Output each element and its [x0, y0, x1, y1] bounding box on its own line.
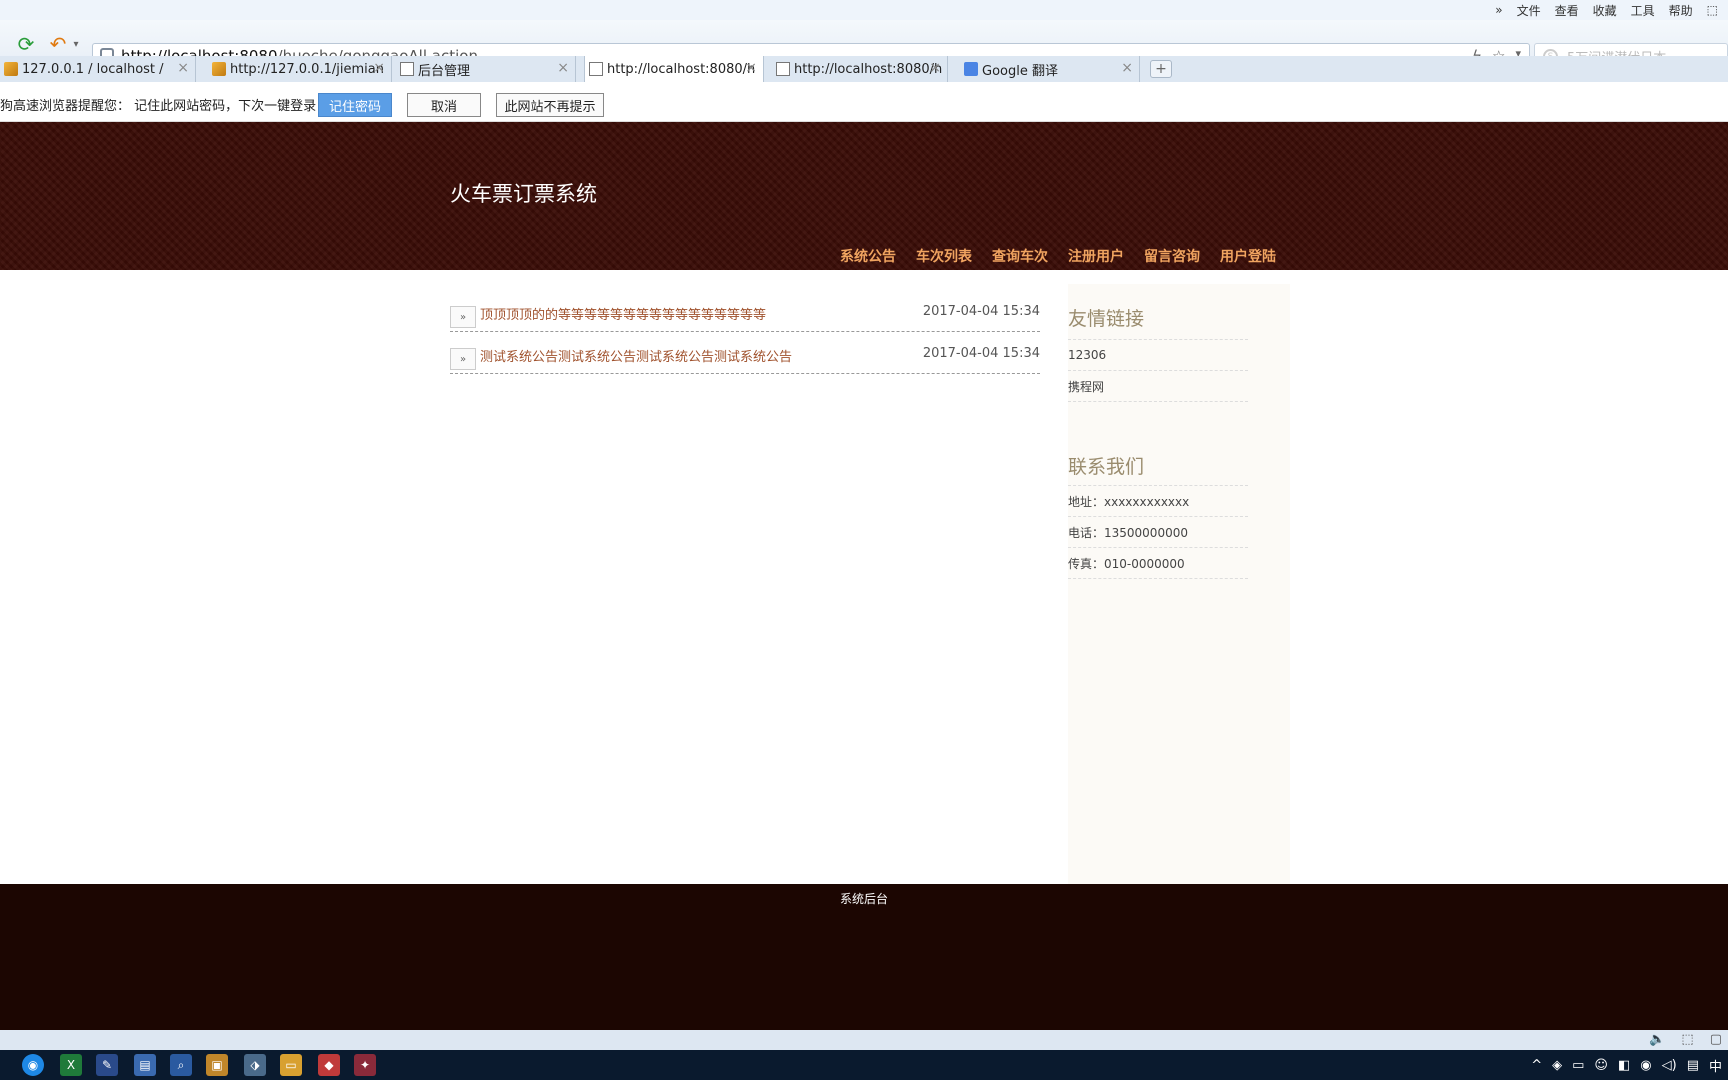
menu-expand-icon[interactable]: » [1495, 3, 1502, 17]
links-heading: 友情链接 [1068, 308, 1145, 330]
tab-label: 127.0.0.1 / localhost / [22, 61, 164, 77]
app-icon-active[interactable]: ▣ [206, 1054, 228, 1076]
tray-notification-icon[interactable]: ▤ [1687, 1058, 1699, 1073]
list-item: » 测试系统公告测试系统公告测试系统公告测试系统公告 2017-04-04 15… [450, 332, 1040, 374]
google-translate-icon [964, 62, 978, 76]
password-prompt-bar: 狗高速浏览器提醒您： 记住此网站密码，下次一键登录！ 记住密码 取消 此网站不再… [0, 88, 1728, 122]
close-icon[interactable]: × [929, 60, 941, 76]
panel-icon[interactable]: ▢ [1710, 1032, 1722, 1047]
bullet-arrow-icon: » [450, 306, 476, 328]
tab-google-translate[interactable]: Google 翻译 × [960, 56, 1140, 82]
nav-search-train[interactable]: 查询车次 [992, 246, 1048, 266]
new-tab-button[interactable]: + [1150, 60, 1172, 78]
site-nav: 系统公告 车次列表 查询车次 注册用户 留言咨询 用户登陆 [840, 246, 1276, 266]
tray-app-icon[interactable]: ◈ [1552, 1058, 1562, 1073]
contact-fax: 传真：010-0000000 [1068, 548, 1248, 579]
volume-icon[interactable]: 🔈 [1649, 1032, 1665, 1047]
notice-date: 2017-04-04 15:34 [922, 304, 1040, 319]
notice-date: 2017-04-04 15:34 [922, 346, 1040, 361]
app-icon-tool[interactable]: ✎ [96, 1054, 118, 1076]
tab-bar: 127.0.0.1 / localhost / × http://127.0.0… [0, 56, 1728, 82]
page-icon [400, 62, 414, 76]
bullet-arrow-icon: » [450, 348, 476, 370]
list-item: » 顶顶顶顶的的等等等等等等等等等等等等等等等等 2017-04-04 15:3… [450, 290, 1040, 332]
menu-item-help[interactable]: 帮助 [1669, 2, 1693, 19]
skin-icon[interactable]: ⬚ [1707, 3, 1718, 17]
menu-item-view[interactable]: 查看 [1555, 2, 1579, 19]
menu-item-favorites[interactable]: 收藏 [1593, 2, 1617, 19]
browser-status-bar: 🔈 ⬚ ▢ [0, 1030, 1728, 1050]
sidebar: 友情链接 12306 携程网 联系我们 地址：xxxxxxxxxxxx 电话：1… [1068, 284, 1290, 884]
nav-register[interactable]: 注册用户 [1068, 246, 1124, 266]
tray-shield-icon[interactable]: ◧ [1618, 1058, 1630, 1073]
ime-indicator[interactable]: 中 [1709, 1056, 1722, 1075]
pma-icon [212, 62, 226, 76]
app-icon-network[interactable]: ⬗ [244, 1054, 266, 1076]
app-icon-red[interactable]: ◆ [318, 1054, 340, 1076]
notice-title-link[interactable]: 测试系统公告测试系统公告测试系统公告测试系统公告 [480, 346, 792, 365]
menu-item-file[interactable]: 文件 [1517, 2, 1541, 19]
tray-qq-icon[interactable]: ◉ [1640, 1058, 1651, 1073]
notice-list: » 顶顶顶顶的的等等等等等等等等等等等等等等等等 2017-04-04 15:3… [450, 290, 1040, 374]
password-prompt-message: 狗高速浏览器提醒您： 记住此网站密码，下次一键登录！ [0, 99, 330, 114]
refresh-icon[interactable]: ⟳ [14, 32, 38, 56]
tray-expand-icon[interactable]: ^ [1531, 1058, 1542, 1073]
nav-login[interactable]: 用户登陆 [1220, 246, 1276, 266]
nav-message[interactable]: 留言咨询 [1144, 246, 1200, 266]
link-ctrip[interactable]: 携程网 [1068, 371, 1248, 402]
cancel-button[interactable]: 取消 [407, 93, 481, 117]
taskbar: ◉ X ✎ ▤ ⌕ ▣ ⬗ ▭ ◆ ✦ ^ ◈ ▭ ☺ ◧ ◉ ◁) ▤ 中 [0, 1050, 1728, 1080]
undo-icon[interactable]: ↶ [46, 32, 70, 56]
site-footer: 系统后台 [0, 884, 1728, 1030]
close-icon[interactable]: × [557, 60, 569, 76]
site-title: 火车票订票系统 [450, 182, 597, 206]
undo-dropdown-icon[interactable]: ▾ [70, 32, 82, 56]
tab-localhost-2[interactable]: http://localhost:8080/h × [772, 56, 948, 82]
system-tray: ^ ◈ ▭ ☺ ◧ ◉ ◁) ▤ 中 [1531, 1050, 1728, 1080]
contact-heading: 联系我们 [1068, 456, 1145, 478]
link-12306[interactable]: 12306 [1068, 340, 1248, 371]
download-icon[interactable]: ⬚ [1681, 1032, 1693, 1047]
app-icon-notepad[interactable]: ▤ [134, 1054, 156, 1076]
page-icon [589, 62, 603, 76]
site-header: 火车票订票系统 系统公告 车次列表 查询车次 注册用户 留言咨询 用户登陆 [0, 122, 1728, 270]
close-icon[interactable]: × [1121, 60, 1133, 76]
tab-label: http://localhost:8080/h [794, 61, 943, 77]
pma-icon [4, 62, 18, 76]
tab-admin[interactable]: 后台管理 × [396, 56, 576, 82]
tray-user-icon[interactable]: ☺ [1594, 1058, 1608, 1073]
close-icon[interactable]: × [745, 60, 757, 76]
tab-label: http://localhost:8080/h [607, 61, 756, 77]
tab-label: http://127.0.0.1/jiemian [230, 61, 384, 77]
tab-localhost-active[interactable]: http://localhost:8080/h × [584, 56, 764, 82]
notice-title-link[interactable]: 顶顶顶顶的的等等等等等等等等等等等等等等等等 [480, 304, 766, 323]
browser-menu-strip: » 文件 查看 收藏 工具 帮助 ⬚ [0, 0, 1728, 20]
app-icon-search[interactable]: ⌕ [170, 1054, 192, 1076]
close-icon[interactable]: × [373, 60, 385, 76]
browser-menu: » 文件 查看 收藏 工具 帮助 ⬚ [1495, 0, 1728, 20]
page-icon [776, 62, 790, 76]
contact-address: 地址：xxxxxxxxxxxx [1068, 486, 1248, 517]
nav-system-notice[interactable]: 系统公告 [840, 246, 896, 266]
status-icons: 🔈 ⬚ ▢ [1649, 1032, 1722, 1047]
tab-phpmyadmin-1[interactable]: 127.0.0.1 / localhost / × [0, 56, 196, 82]
app-icon-excel[interactable]: X [60, 1054, 82, 1076]
contact-phone: 电话：13500000000 [1068, 517, 1248, 548]
tab-label: 后台管理 [418, 63, 471, 79]
tab-phpmyadmin-2[interactable]: http://127.0.0.1/jiemian × [208, 56, 392, 82]
menu-item-tools[interactable]: 工具 [1631, 2, 1655, 19]
app-icon-browser[interactable]: ◉ [22, 1054, 44, 1076]
admin-backend-link[interactable]: 系统后台 [0, 890, 1728, 907]
tab-label: Google 翻译 [982, 63, 1058, 79]
remember-password-button[interactable]: 记住密码 [318, 93, 392, 117]
never-prompt-button[interactable]: 此网站不再提示 [496, 93, 604, 117]
app-icon-folder[interactable]: ▭ [280, 1054, 302, 1076]
app-icon-feather[interactable]: ✦ [354, 1054, 376, 1076]
nav-train-list[interactable]: 车次列表 [916, 246, 972, 266]
close-icon[interactable]: × [177, 60, 189, 76]
tray-monitor-icon[interactable]: ▭ [1572, 1058, 1584, 1073]
tray-volume-icon[interactable]: ◁) [1662, 1058, 1677, 1073]
